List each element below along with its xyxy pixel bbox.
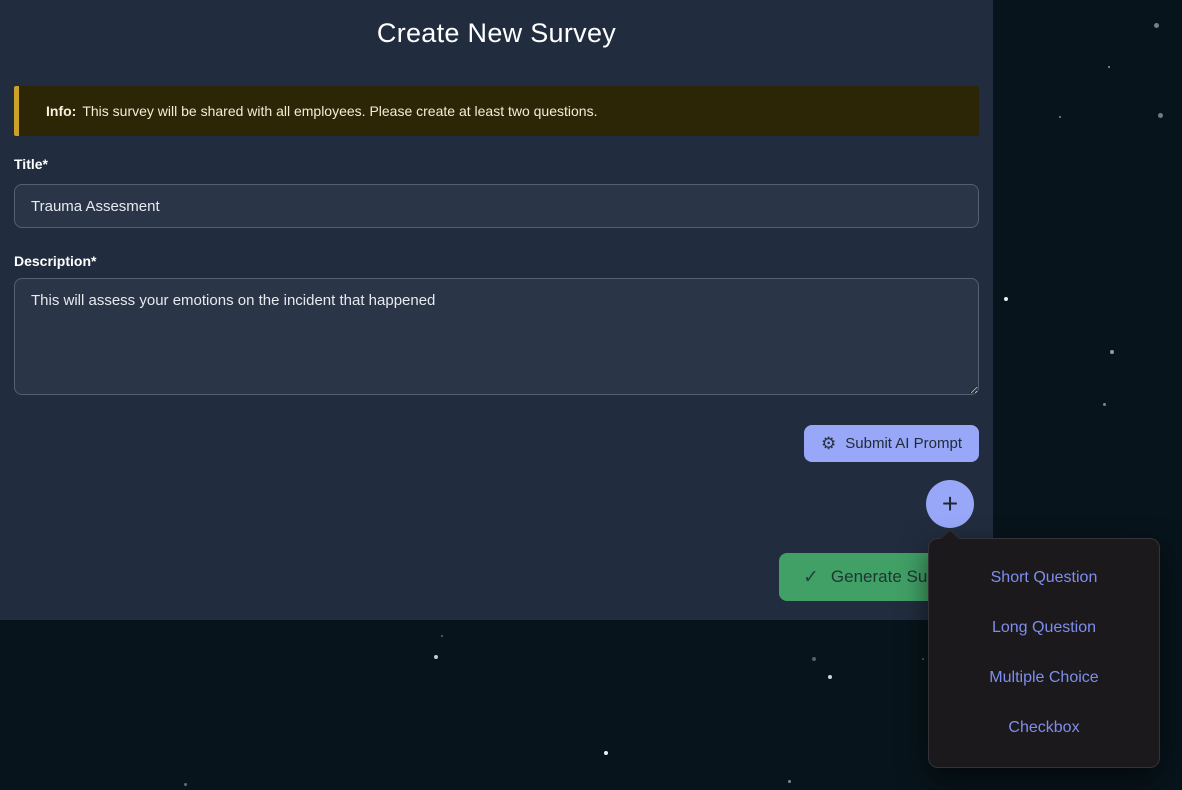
actions-row: ⚙ Submit AI Prompt	[14, 425, 979, 462]
star-dot	[788, 780, 791, 783]
check-icon: ✓	[803, 566, 819, 589]
menu-item-short-question[interactable]: Short Question	[929, 553, 1159, 603]
menu-item-checkbox[interactable]: Checkbox	[929, 703, 1159, 753]
star-dot	[1004, 297, 1008, 301]
gear-icon: ⚙	[821, 435, 836, 452]
menu-item-multiple-choice[interactable]: Multiple Choice	[929, 653, 1159, 703]
create-survey-panel: Create New Survey Info: This survey will…	[0, 0, 993, 620]
star-dot	[441, 635, 443, 637]
star-dot	[922, 658, 924, 660]
title-input[interactable]	[14, 184, 979, 228]
star-dot	[1103, 403, 1106, 406]
title-label: Title*	[14, 156, 979, 173]
description-textarea[interactable]: This will assess your emotions on the in…	[14, 278, 979, 395]
info-banner-text: This survey will be shared with all empl…	[82, 103, 597, 119]
menu-caret	[939, 529, 961, 539]
submit-ai-prompt-label: Submit AI Prompt	[845, 435, 962, 452]
star-dot	[1154, 23, 1159, 28]
submit-ai-prompt-button[interactable]: ⚙ Submit AI Prompt	[804, 425, 979, 462]
description-label: Description*	[14, 253, 979, 270]
page-title: Create New Survey	[14, 0, 979, 50]
star-dot	[828, 675, 832, 679]
star-dot	[1108, 66, 1110, 68]
plus-icon: +	[942, 488, 958, 519]
star-dot	[184, 783, 187, 786]
star-dot	[812, 657, 816, 661]
star-dot	[604, 751, 608, 755]
create-survey-page: { "page": { "title": "Create New Survey"…	[0, 0, 1182, 790]
menu-item-long-question[interactable]: Long Question	[929, 603, 1159, 653]
star-dot	[1110, 350, 1114, 354]
info-banner-label: Info:	[46, 103, 76, 119]
question-type-menu: Short Question Long Question Multiple Ch…	[928, 538, 1160, 768]
star-dot	[1059, 116, 1061, 118]
star-dot	[434, 655, 438, 659]
info-banner: Info: This survey will be shared with al…	[14, 86, 979, 136]
add-question-button[interactable]: +	[926, 480, 974, 528]
star-dot	[1158, 113, 1163, 118]
